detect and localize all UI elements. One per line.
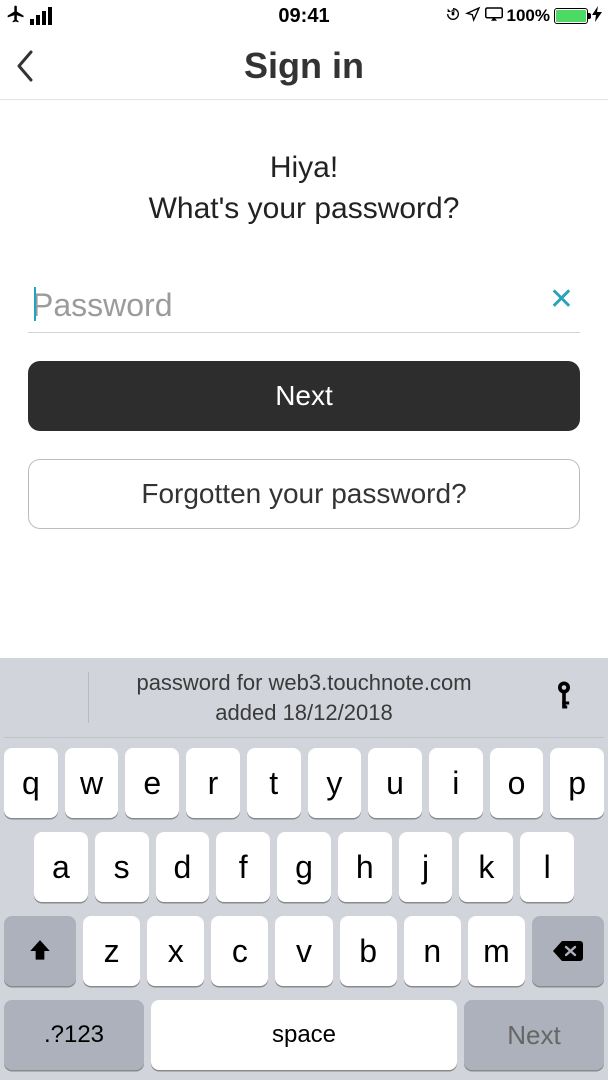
key-s[interactable]: s bbox=[95, 832, 149, 902]
keychain-icon[interactable] bbox=[552, 679, 576, 716]
keyboard-row-2: asdfghjkl bbox=[4, 832, 604, 902]
key-w[interactable]: w bbox=[65, 748, 119, 818]
status-bar: 09:41 100% bbox=[0, 0, 608, 32]
greeting-text: Hiya! What's your password? bbox=[149, 148, 460, 229]
greeting-line2: What's your password? bbox=[149, 189, 460, 230]
suggestion-line2: added 18/12/2018 bbox=[136, 698, 471, 728]
close-icon: ✕ bbox=[549, 283, 574, 316]
password-input[interactable] bbox=[28, 285, 580, 326]
key-f[interactable]: f bbox=[216, 832, 270, 902]
key-e[interactable]: e bbox=[125, 748, 179, 818]
space-key[interactable]: space bbox=[151, 1000, 457, 1070]
clear-input-button[interactable]: ✕ bbox=[549, 285, 574, 315]
battery-pct: 100% bbox=[507, 6, 550, 26]
symbols-key[interactable]: .?123 bbox=[4, 1000, 144, 1070]
keyboard-row-3-letters: zxcvbnm bbox=[83, 916, 525, 986]
key-o[interactable]: o bbox=[490, 748, 544, 818]
keyboard-suggestion-bar[interactable]: password for web3.touchnote.com added 18… bbox=[4, 658, 604, 738]
location-icon bbox=[465, 6, 481, 26]
status-time: 09:41 bbox=[278, 5, 329, 28]
forgot-password-button[interactable]: Forgotten your password? bbox=[28, 459, 580, 529]
keyboard: password for web3.touchnote.com added 18… bbox=[0, 658, 608, 1080]
shift-key[interactable] bbox=[4, 916, 76, 986]
backspace-icon bbox=[552, 939, 584, 963]
back-button[interactable] bbox=[0, 32, 50, 99]
key-d[interactable]: d bbox=[156, 832, 210, 902]
cell-signal-icon bbox=[30, 7, 52, 25]
key-r[interactable]: r bbox=[186, 748, 240, 818]
battery-icon bbox=[554, 8, 588, 24]
keyboard-row-4: .?123 space Next bbox=[4, 1000, 604, 1070]
keyboard-next-key[interactable]: Next bbox=[464, 1000, 604, 1070]
key-j[interactable]: j bbox=[399, 832, 453, 902]
key-q[interactable]: q bbox=[4, 748, 58, 818]
chevron-left-icon bbox=[15, 50, 35, 82]
key-c[interactable]: c bbox=[211, 916, 268, 986]
key-n[interactable]: n bbox=[404, 916, 461, 986]
status-left bbox=[6, 4, 52, 29]
key-u[interactable]: u bbox=[368, 748, 422, 818]
suggestion-line1: password for web3.touchnote.com bbox=[136, 668, 471, 698]
key-t[interactable]: t bbox=[247, 748, 301, 818]
key-z[interactable]: z bbox=[83, 916, 140, 986]
airplay-icon bbox=[485, 7, 503, 25]
key-b[interactable]: b bbox=[340, 916, 397, 986]
key-k[interactable]: k bbox=[459, 832, 513, 902]
status-right: 100% bbox=[445, 6, 602, 27]
suggestion-divider bbox=[88, 672, 89, 723]
password-field-wrap: ✕ bbox=[28, 285, 580, 333]
charging-icon bbox=[592, 6, 602, 26]
key-x[interactable]: x bbox=[147, 916, 204, 986]
keyboard-row-1: qwertyuiop bbox=[4, 748, 604, 818]
key-p[interactable]: p bbox=[550, 748, 604, 818]
key-a[interactable]: a bbox=[34, 832, 88, 902]
key-m[interactable]: m bbox=[468, 916, 525, 986]
key-h[interactable]: h bbox=[338, 832, 392, 902]
keyboard-row-3: zxcvbnm bbox=[4, 916, 604, 986]
greeting-line1: Hiya! bbox=[149, 148, 460, 189]
page-title: Sign in bbox=[244, 45, 364, 87]
rotation-lock-icon bbox=[445, 6, 461, 27]
key-g[interactable]: g bbox=[277, 832, 331, 902]
key-l[interactable]: l bbox=[520, 832, 574, 902]
keyboard-rows: qwertyuiop asdfghjkl zxcvbnm .?123 space… bbox=[4, 738, 604, 1070]
main-content: Hiya! What's your password? ✕ Next Forgo… bbox=[0, 100, 608, 658]
password-autofill-suggestion[interactable]: password for web3.touchnote.com added 18… bbox=[136, 668, 471, 727]
shift-icon bbox=[27, 938, 53, 964]
next-button[interactable]: Next bbox=[28, 361, 580, 431]
key-v[interactable]: v bbox=[275, 916, 332, 986]
nav-header: Sign in bbox=[0, 32, 608, 100]
key-y[interactable]: y bbox=[308, 748, 362, 818]
airplane-mode-icon bbox=[6, 4, 26, 29]
backspace-key[interactable] bbox=[532, 916, 604, 986]
key-i[interactable]: i bbox=[429, 748, 483, 818]
text-cursor bbox=[34, 287, 36, 321]
